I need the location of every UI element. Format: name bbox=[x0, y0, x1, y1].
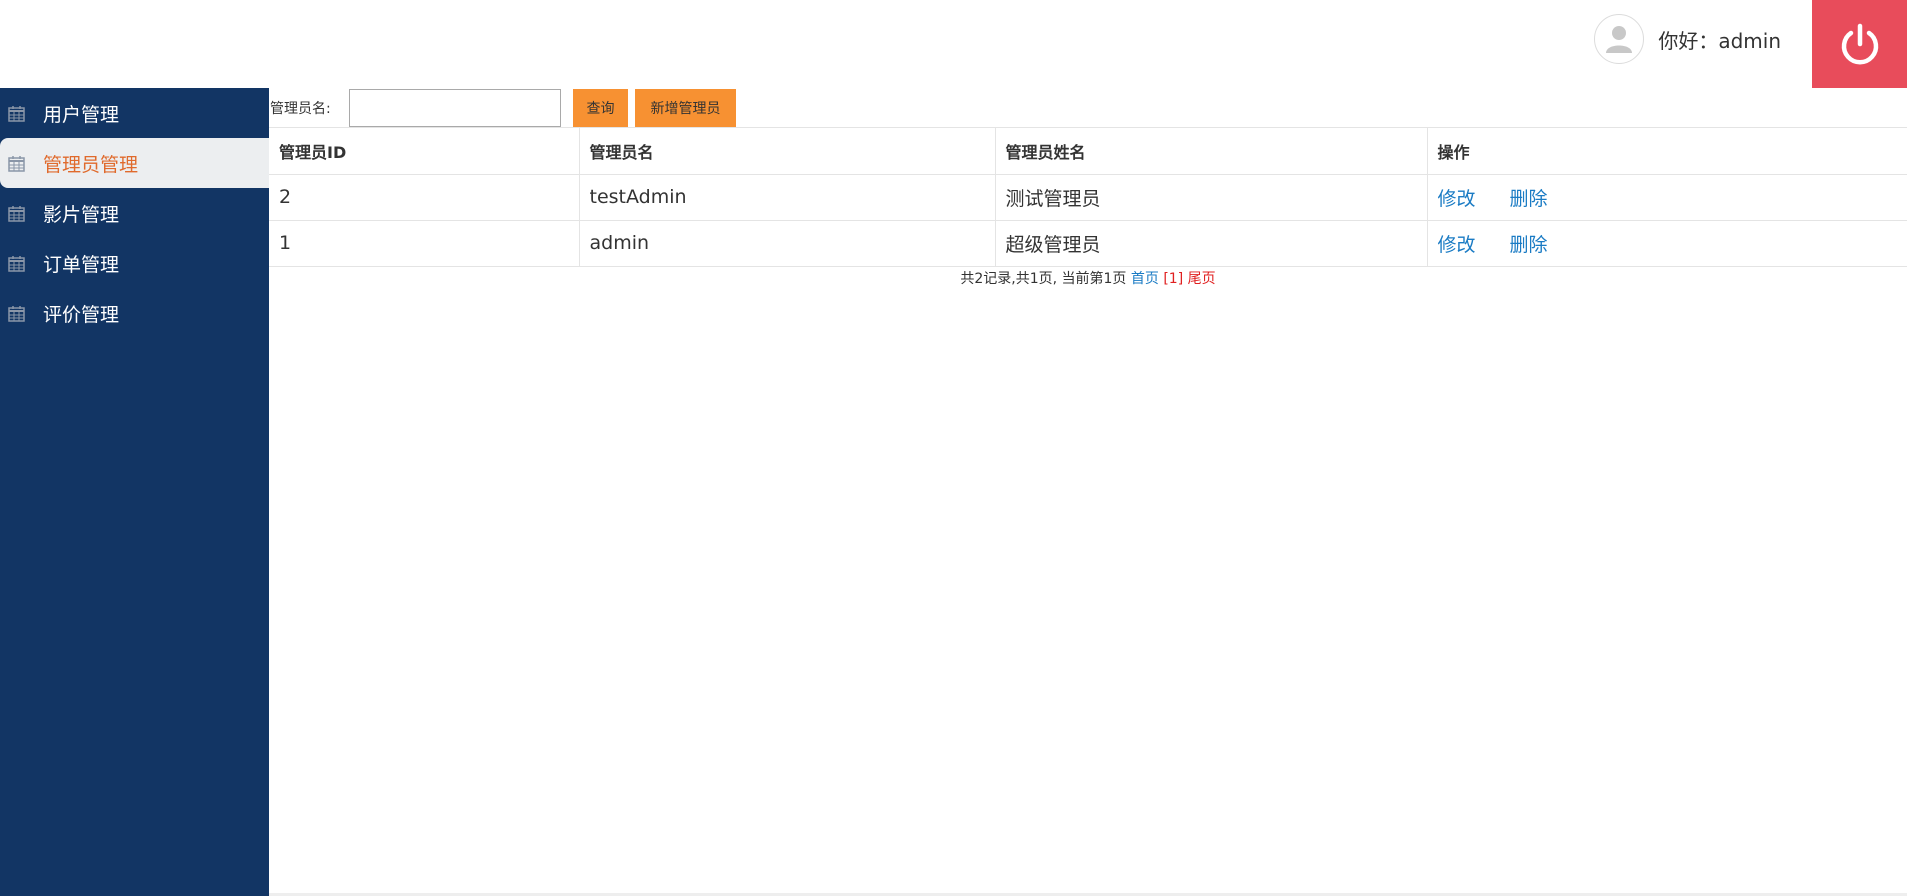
table-row: 1 admin 超级管理员 修改 删除 bbox=[269, 219, 1907, 267]
sidebar-item-label: 影片管理 bbox=[43, 203, 120, 226]
last-page-link[interactable]: 尾页 bbox=[1188, 271, 1216, 287]
calendar-icon bbox=[8, 206, 25, 222]
calendar-icon bbox=[8, 156, 25, 172]
calendar-icon bbox=[8, 306, 25, 322]
search-bar: 管理员名: 查询 新增管理员 bbox=[269, 88, 1907, 128]
delete-link[interactable]: 删除 bbox=[1510, 234, 1548, 256]
cell-actions: 修改 删除 bbox=[1426, 219, 1907, 267]
user-info: 你好：admin bbox=[1594, 14, 1781, 64]
edit-link[interactable]: 修改 bbox=[1438, 234, 1476, 256]
pagination: 共2记录,共1页, 当前第1页 首页 [1] 尾页 bbox=[269, 268, 1907, 288]
column-header-real-name: 管理员姓名 bbox=[994, 128, 1428, 175]
sidebar-item-user-management[interactable]: 用户管理 bbox=[0, 88, 269, 138]
greeting-text: 你好：admin bbox=[1658, 28, 1781, 53]
sidebar-item-review-management[interactable]: 评价管理 bbox=[0, 288, 269, 338]
current-page-link[interactable]: [1] bbox=[1163, 271, 1183, 287]
power-icon bbox=[1841, 23, 1878, 64]
sidebar-item-movie-management[interactable]: 影片管理 bbox=[0, 188, 269, 238]
cell-real-name: 超级管理员 bbox=[994, 219, 1428, 267]
logout-button[interactable] bbox=[1812, 0, 1907, 89]
top-header: 你好：admin bbox=[0, 0, 1907, 89]
user-avatar-icon bbox=[1594, 14, 1645, 64]
admin-name-input[interactable] bbox=[349, 89, 561, 127]
column-header-actions: 操作 bbox=[1426, 128, 1907, 175]
sidebar-item-label: 用户管理 bbox=[43, 103, 120, 126]
cell-id: 2 bbox=[269, 173, 580, 221]
column-header-id: 管理员ID bbox=[269, 128, 580, 175]
cell-actions: 修改 删除 bbox=[1426, 173, 1907, 221]
table-row: 2 testAdmin 测试管理员 修改 删除 bbox=[269, 173, 1907, 221]
delete-link[interactable]: 删除 bbox=[1510, 188, 1548, 210]
query-button[interactable]: 查询 bbox=[573, 89, 628, 127]
sidebar-item-label: 评价管理 bbox=[43, 303, 120, 326]
sidebar-item-label: 订单管理 bbox=[43, 253, 120, 276]
pagination-summary: 共2记录,共1页, 当前第1页 bbox=[960, 271, 1127, 287]
admin-name-label: 管理员名: bbox=[270, 101, 331, 117]
cell-name: testAdmin bbox=[578, 173, 996, 221]
cell-real-name: 测试管理员 bbox=[994, 173, 1428, 221]
sidebar-item-label: 管理员管理 bbox=[43, 153, 139, 176]
table-header-row: 管理员ID 管理员名 管理员姓名 操作 bbox=[269, 128, 1907, 175]
sidebar-item-admin-management[interactable]: 管理员管理 bbox=[0, 138, 269, 188]
edit-link[interactable]: 修改 bbox=[1438, 188, 1476, 210]
cell-id: 1 bbox=[269, 219, 580, 267]
calendar-icon bbox=[8, 106, 25, 122]
sidebar: 用户管理 管理员管理 影片管理 订单管理 评价管理 bbox=[0, 88, 269, 896]
cell-name: admin bbox=[578, 219, 996, 267]
add-admin-button[interactable]: 新增管理员 bbox=[635, 89, 736, 127]
calendar-icon bbox=[8, 256, 25, 272]
column-header-name: 管理员名 bbox=[578, 128, 996, 175]
main-content: 管理员名: 查询 新增管理员 管理员ID 管理员名 管理员姓名 操作 2 tes… bbox=[269, 88, 1907, 896]
first-page-link[interactable]: 首页 bbox=[1131, 271, 1159, 287]
admin-table: 管理员ID 管理员名 管理员姓名 操作 2 testAdmin 测试管理员 修改… bbox=[269, 128, 1907, 267]
sidebar-item-order-management[interactable]: 订单管理 bbox=[0, 238, 269, 288]
